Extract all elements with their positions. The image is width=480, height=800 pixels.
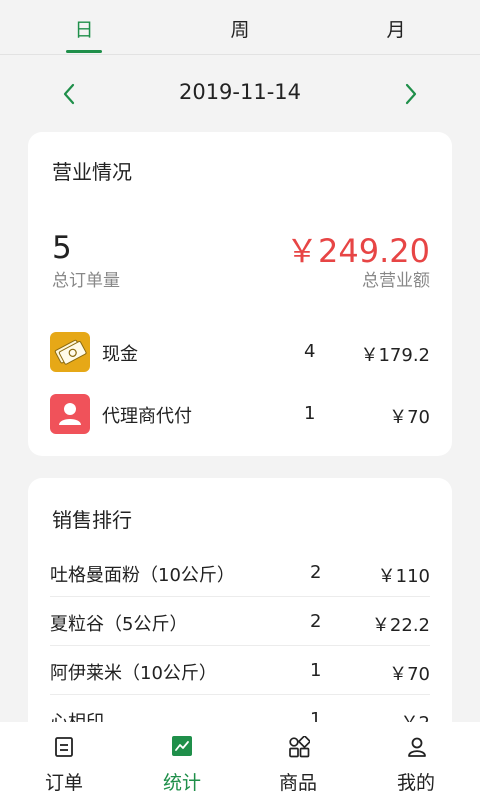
chart-icon xyxy=(172,736,192,756)
ranking-row[interactable]: 夏粒谷（5公斤） 2 ￥22.2 xyxy=(50,597,430,646)
product-name: 夏粒谷（5公斤） xyxy=(50,614,188,635)
nav-statistics[interactable]: 统计 xyxy=(122,722,242,800)
business-summary-card: 营业情况 5 总订单量 ￥249.20 总营业额 现金 4 ￥179.2 代理商… xyxy=(28,132,452,456)
payment-count: 4 xyxy=(304,341,316,362)
nav-label: 统计 xyxy=(162,772,201,794)
nav-profile[interactable]: 我的 xyxy=(356,722,476,800)
date-navigator: 2019-11-14 xyxy=(0,66,480,122)
payment-name: 代理商代付 xyxy=(102,406,192,427)
ranking-title: 销售排行 xyxy=(52,508,132,532)
nav-label: 商品 xyxy=(278,772,317,794)
chevron-left-icon xyxy=(63,83,75,105)
summary-title: 营业情况 xyxy=(52,160,132,184)
current-date: 2019-11-14 xyxy=(178,80,302,104)
payment-row-agent[interactable]: 代理商代付 1 ￥70 xyxy=(28,394,452,438)
nav-products[interactable]: 商品 xyxy=(238,722,358,800)
total-revenue-label: 总营业额 xyxy=(362,271,430,291)
order-list-icon xyxy=(55,737,73,757)
product-qty: 1 xyxy=(310,660,322,681)
bottom-nav: 订单 统计 商品 我的 xyxy=(0,722,480,800)
sales-ranking-card: 销售排行 吐格曼面粉（10公斤） 2 ￥110 夏粒谷（5公斤） 2 ￥22.2… xyxy=(28,478,452,738)
product-amount: ￥110 xyxy=(377,566,430,587)
nav-orders[interactable]: 订单 xyxy=(4,722,124,800)
product-qty: 2 xyxy=(310,562,322,583)
period-tabs: 日 周 月 xyxy=(0,0,480,55)
prev-date-button[interactable] xyxy=(52,76,88,112)
payment-name: 现金 xyxy=(102,344,138,365)
product-name: 阿伊莱米（10公斤） xyxy=(50,663,217,684)
user-icon xyxy=(408,737,426,757)
payment-count: 1 xyxy=(304,403,316,424)
product-amount: ￥70 xyxy=(389,664,430,685)
payment-amount: ￥70 xyxy=(389,407,430,428)
product-qty: 2 xyxy=(310,611,322,632)
payment-amount: ￥179.2 xyxy=(360,345,430,366)
nav-label: 订单 xyxy=(44,772,83,794)
total-order-count-label: 总订单量 xyxy=(52,271,120,291)
chevron-right-icon xyxy=(405,83,417,105)
tab-day-label: 日 xyxy=(74,19,94,41)
agent-user-icon xyxy=(50,394,90,434)
ranking-row[interactable]: 阿伊莱米（10公斤） 1 ￥70 xyxy=(50,646,430,695)
tab-month[interactable]: 月 xyxy=(356,0,436,54)
active-tab-indicator xyxy=(66,50,102,53)
next-date-button[interactable] xyxy=(392,76,428,112)
tab-month-label: 月 xyxy=(386,19,406,41)
total-order-count: 5 xyxy=(52,230,72,266)
cash-icon xyxy=(50,332,90,372)
ranking-row[interactable]: 吐格曼面粉（10公斤） 2 ￥110 xyxy=(50,548,430,597)
product-name: 吐格曼面粉（10公斤） xyxy=(50,565,235,586)
tab-week-label: 周 xyxy=(230,19,250,41)
product-amount: ￥22.2 xyxy=(371,615,430,636)
tab-day[interactable]: 日 xyxy=(44,0,124,54)
tab-week[interactable]: 周 xyxy=(200,0,280,54)
payment-row-cash[interactable]: 现金 4 ￥179.2 xyxy=(28,332,452,376)
grid-icon xyxy=(289,736,310,758)
nav-label: 我的 xyxy=(396,772,435,794)
